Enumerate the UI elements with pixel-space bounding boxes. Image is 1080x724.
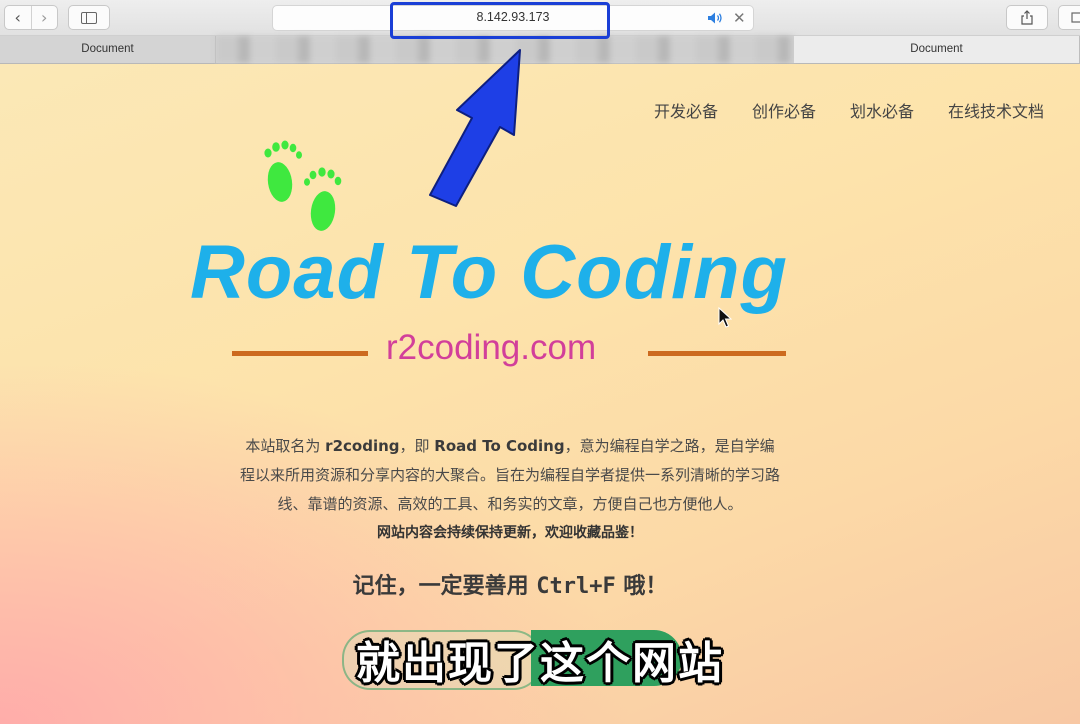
logo-line-left [232, 351, 368, 356]
intro-site-name: r2coding [325, 437, 400, 455]
tabs-button[interactable] [1058, 5, 1080, 30]
intro-paragraph: 本站取名为 r2coding，即 Road To Coding，意为编程自学之路… [240, 432, 780, 548]
nav-item-docs[interactable]: 在线技术文档 [948, 98, 1044, 122]
sidebar-button[interactable] [68, 5, 110, 30]
tip-text-a: 记住，一定要善用 [352, 574, 537, 599]
intro-text-c: ，即 [399, 437, 435, 455]
forward-button[interactable]: › [30, 6, 58, 29]
tab-document-1[interactable]: Document [0, 36, 216, 63]
close-icon[interactable]: ✕ [733, 9, 746, 27]
share-icon [1021, 10, 1033, 25]
back-icon: ‹ [14, 8, 21, 27]
mouse-cursor-icon [718, 307, 732, 328]
tabs-icon [1071, 12, 1080, 23]
logo-domain: r2coding.com [386, 328, 597, 367]
nav-item-create[interactable]: 创作必备 [752, 98, 816, 122]
forward-icon: › [41, 8, 48, 27]
sidebar-icon [81, 11, 97, 24]
ctrl-f-tip: 记住，一定要善用 Ctrl+F 哦！ [240, 568, 780, 600]
nav-item-dev[interactable]: 开发必备 [654, 98, 718, 122]
speaker-icon[interactable] [707, 11, 725, 25]
arrow-annotation-icon [429, 49, 521, 207]
tab-document-2[interactable]: Document [794, 36, 1080, 63]
logo-title: Road To Coding [190, 230, 788, 315]
history-nav: ‹ › [4, 5, 58, 30]
intro-road-to-coding: Road To Coding [434, 437, 565, 455]
logo-line-right [648, 351, 786, 356]
footprints-icon [264, 140, 342, 231]
tip-shortcut: Ctrl+F [536, 574, 616, 599]
video-caption: 就出现了这个网站 [356, 638, 724, 689]
tip-text-c: 哦！ [615, 574, 668, 599]
intro-highlight: 网站内容会持续保持更新，欢迎收藏品鉴！ [377, 525, 643, 541]
back-button[interactable]: ‹ [5, 6, 31, 29]
share-button[interactable] [1006, 5, 1048, 30]
intro-text-a: 本站取名为 [245, 437, 326, 455]
top-nav: 开发必备 创作必备 划水必备 在线技术文档 [654, 98, 1044, 122]
nav-item-relax[interactable]: 划水必备 [850, 98, 914, 122]
